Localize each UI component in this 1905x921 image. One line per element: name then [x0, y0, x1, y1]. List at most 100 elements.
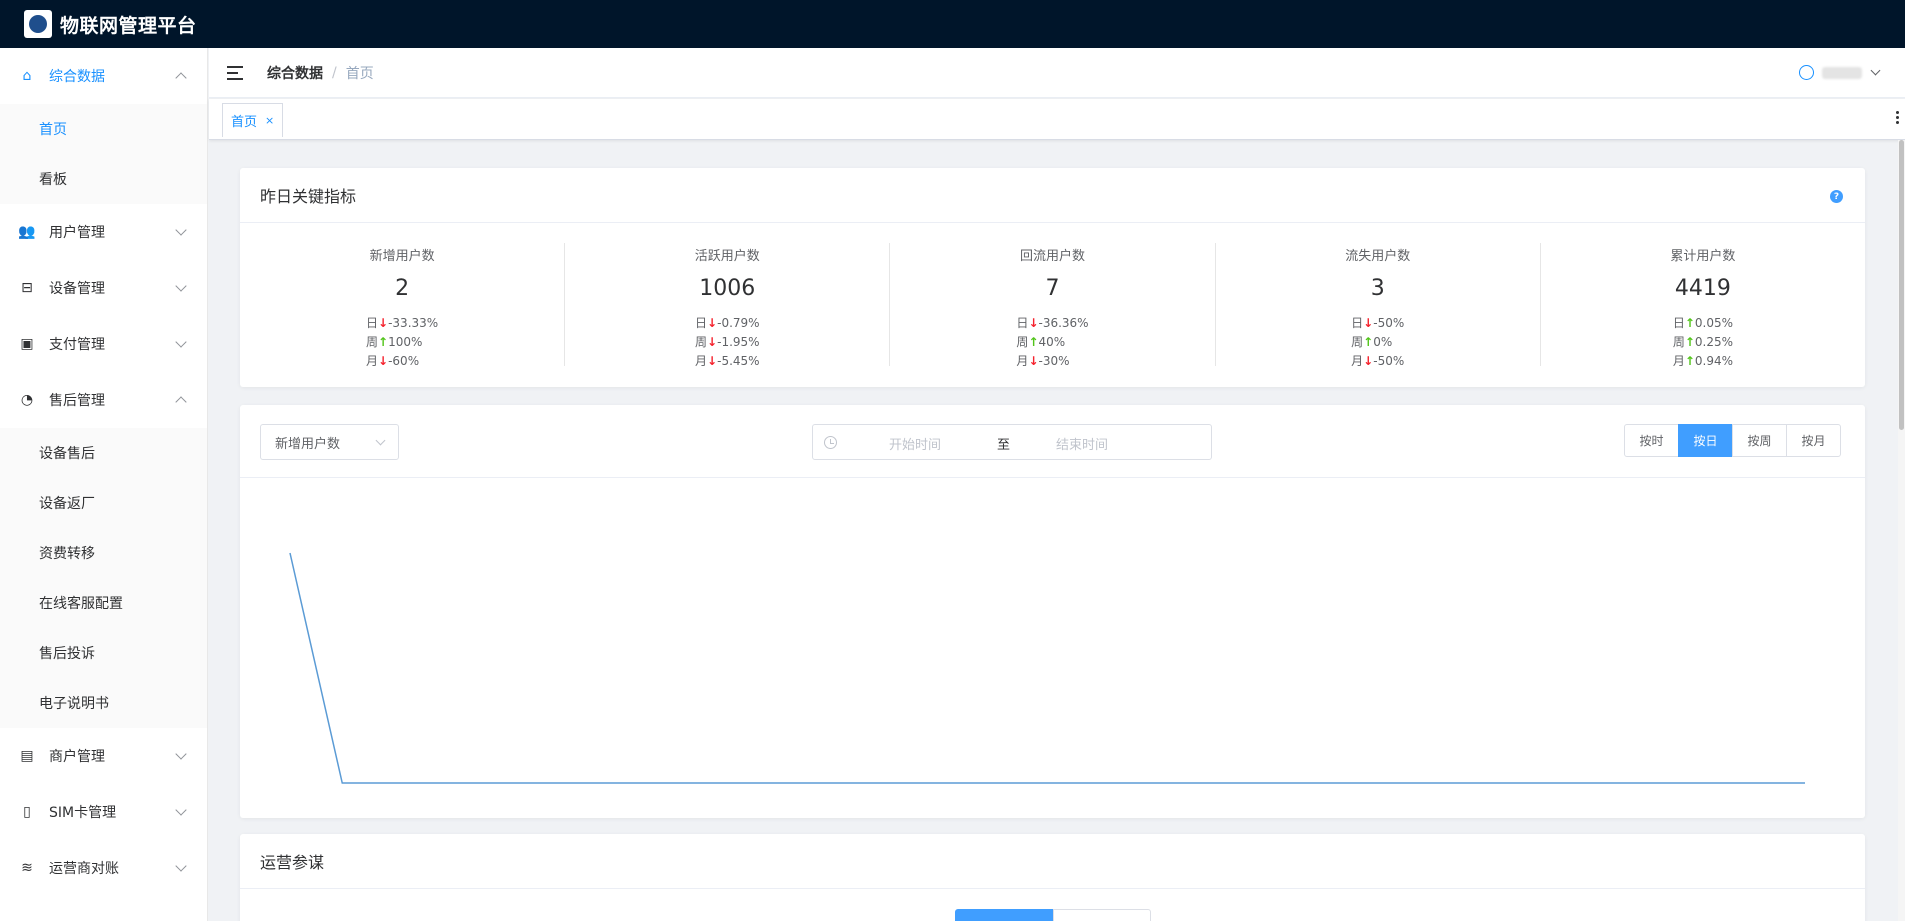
change-percent: -50%	[1373, 354, 1405, 368]
sidebar: ⌂ 综合数据 首页 看板 👥 用户管理 ⊟ 设备管理 ▣ 支付管理 ◔ 售后管理 设备售后 设备返厂 资费转…	[0, 48, 208, 921]
sidebar-item[interactable]: 看板	[0, 154, 207, 204]
period-label: 日	[695, 316, 708, 330]
metric-change-row: 日↓-0.79%	[695, 314, 760, 333]
trend-chart	[240, 533, 1865, 813]
kpi-metrics: 新增用户数 2 日↓-33.33% 周↑100% 月↓-60% 活跃用户数 1006 日↓-0…	[240, 223, 1865, 368]
sidebar-toggle-icon[interactable]	[227, 65, 243, 80]
date-range-separator: 至	[997, 438, 1011, 453]
period-label: 日	[1351, 316, 1364, 330]
kpi-card-header: 昨日关键指标 ?	[240, 168, 1865, 223]
sidebar-group[interactable]: ▣ 支付管理	[0, 316, 207, 372]
app-title: 物联网管理平台	[60, 14, 197, 37]
sim-card-icon: ▯	[23, 804, 31, 820]
metric-value: 7	[1045, 276, 1060, 301]
more-icon[interactable]	[1896, 111, 1899, 126]
metric-select[interactable]: 新增用户数	[260, 424, 399, 460]
sidebar-item[interactable]: 资费转移	[0, 528, 207, 578]
period-label: 周	[366, 335, 379, 349]
arrow-down-icon: ↓	[1028, 354, 1039, 368]
change-percent: -5.45%	[717, 354, 760, 368]
metric-change-row: 日↑0.05%	[1673, 314, 1733, 333]
change-percent: -30%	[1038, 354, 1070, 368]
layers-icon: ≋	[21, 860, 33, 876]
help-icon[interactable]: ?	[1830, 190, 1843, 203]
user-icon	[1799, 65, 1814, 80]
change-percent: 0.94%	[1694, 354, 1734, 368]
tag-label: 首页	[231, 115, 258, 130]
metric-change-row: 周↑100%	[366, 333, 438, 352]
chevron-down-icon	[1870, 65, 1881, 76]
kpi-card: 昨日关键指标 ? 新增用户数 2 日↓-33.33% 周↑100% 月↓-60% 活跃用户…	[240, 168, 1865, 387]
granularity-button[interactable]: 按月	[1786, 424, 1841, 457]
metric-change-row: 周↑0.25%	[1673, 333, 1733, 352]
chevron-down-icon	[375, 435, 386, 446]
close-icon[interactable]: ×	[265, 114, 274, 127]
metric-label: 累计用户数	[1670, 249, 1736, 264]
granularity-buttons: 按时 按日 按周 按月	[1624, 424, 1841, 457]
header: 综合数据 / 首页	[209, 48, 1905, 98]
granularity-button[interactable]: 按周	[1732, 424, 1787, 457]
ops-tab-active[interactable]	[955, 909, 1053, 921]
vertical-scrollbar[interactable]	[1898, 140, 1905, 921]
kpi-metric: 活跃用户数 1006 日↓-0.79% 周↓-1.95% 月↓-5.45%	[565, 243, 891, 368]
change-percent: 0.05%	[1694, 316, 1734, 330]
metric-value: 4419	[1674, 276, 1731, 301]
date-range-picker[interactable]: 开始时间 至 结束时间	[812, 424, 1212, 460]
ops-tab[interactable]	[1053, 909, 1151, 921]
period-label: 月	[1672, 354, 1685, 368]
sidebar-item[interactable]: 售后投诉	[0, 628, 207, 678]
user-menu[interactable]	[1799, 65, 1881, 80]
metric-label: 回流用户数	[1020, 249, 1086, 264]
sidebar-group-label: SIM卡管理	[49, 805, 117, 821]
sidebar-group[interactable]: ▯ SIM卡管理	[0, 784, 207, 840]
change-percent: -50%	[1373, 316, 1405, 330]
arrow-up-icon: ↑	[1684, 316, 1695, 330]
period-label: 周	[1351, 335, 1364, 349]
sidebar-group-label: 用户管理	[49, 225, 105, 241]
period-label: 周	[1016, 335, 1029, 349]
sidebar-group[interactable]: ⌂ 综合数据	[0, 48, 207, 104]
metric-changes: 日↓-50% 周↑0% 月↓-50%	[1351, 314, 1404, 371]
sidebar-group[interactable]: 👥 用户管理	[0, 204, 207, 260]
sidebar-item[interactable]: 设备返厂	[0, 478, 207, 528]
clock-icon	[824, 436, 837, 449]
arrow-down-icon: ↓	[378, 354, 389, 368]
kpi-metric: 回流用户数 7 日↓-36.36% 周↑40% 月↓-30%	[890, 243, 1216, 368]
metric-value: 2	[395, 276, 410, 301]
metric-change-row: 月↑0.94%	[1673, 352, 1733, 371]
metric-change-row: 日↓-50%	[1351, 314, 1404, 333]
sidebar-item[interactable]: 设备售后	[0, 428, 207, 478]
sidebar-item[interactable]: 电子说明书	[0, 678, 207, 728]
trend-chart-svg	[289, 552, 1805, 784]
metric-changes: 日↓-36.36% 周↑40% 月↓-30%	[1016, 314, 1088, 371]
sidebar-item[interactable]: 在线客服配置	[0, 578, 207, 628]
kpi-metric: 流失用户数 3 日↓-50% 周↑0% 月↓-50%	[1216, 243, 1541, 368]
sidebar-group[interactable]: ⊟ 设备管理	[0, 260, 207, 316]
series-line	[289, 552, 1805, 784]
arrow-up-icon: ↑	[378, 335, 389, 349]
arrow-down-icon: ↓	[1363, 354, 1374, 368]
arrow-down-icon: ↓	[707, 335, 718, 349]
start-date-input[interactable]: 开始时间	[889, 434, 941, 453]
metric-change-row: 周↓-1.95%	[695, 333, 760, 352]
sidebar-group[interactable]: ≋ 运营商对账	[0, 840, 207, 896]
arrow-down-icon: ↓	[378, 316, 389, 330]
sidebar-submenu: 设备售后 设备返厂 资费转移 在线客服配置 售后投诉 电子说明书	[0, 428, 207, 728]
breadcrumb-separator: /	[332, 64, 337, 81]
ops-tabs	[955, 909, 1151, 921]
granularity-button[interactable]: 按时	[1624, 424, 1679, 457]
granularity-button[interactable]: 按日	[1678, 424, 1733, 457]
arrow-down-icon: ↓	[707, 316, 718, 330]
scrollbar-thumb[interactable]	[1899, 140, 1904, 430]
chevron-down-icon	[175, 224, 187, 236]
end-date-input[interactable]: 结束时间	[1056, 434, 1108, 453]
sidebar-item[interactable]: 首页	[0, 104, 207, 154]
sidebar-group[interactable]: ◔ 售后管理	[0, 372, 207, 428]
change-percent: 100%	[388, 335, 423, 349]
breadcrumb-item[interactable]: 综合数据	[267, 63, 323, 83]
sidebar-group[interactable]: ▤ 商户管理	[0, 728, 207, 784]
change-percent: -1.95%	[717, 335, 760, 349]
tag-home[interactable]: 首页 ×	[222, 103, 284, 137]
arrow-down-icon: ↓	[1028, 316, 1039, 330]
period-label: 月	[695, 354, 708, 368]
